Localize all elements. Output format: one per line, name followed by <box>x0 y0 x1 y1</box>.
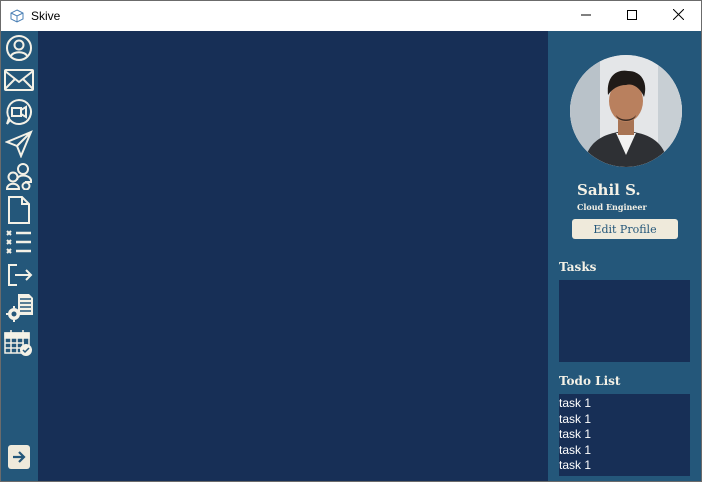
todo-item[interactable]: task 1 <box>559 443 690 459</box>
task-list-icon <box>5 228 33 261</box>
sidebar-item-team[interactable] <box>4 162 34 195</box>
todo-list[interactable]: task 1 task 1 task 1 task 1 task 1 <box>559 394 690 476</box>
minimize-button[interactable] <box>563 1 609 31</box>
tasks-list[interactable] <box>559 280 690 362</box>
todo-heading: Todo List <box>559 374 621 388</box>
title-bar[interactable]: Skive <box>1 1 701 31</box>
todo-item[interactable]: task 1 <box>559 412 690 428</box>
todo-item[interactable]: task 1 <box>559 458 690 474</box>
window-title: Skive <box>31 9 61 23</box>
sidebar <box>1 31 38 481</box>
mail-icon <box>4 68 34 97</box>
tasks-heading: Tasks <box>559 260 597 274</box>
video-chat-icon <box>5 98 33 131</box>
logout-icon <box>5 261 33 294</box>
sidebar-item-logout[interactable] <box>4 262 34 292</box>
app-logo-icon <box>10 9 24 23</box>
sidebar-item-settings-docs[interactable] <box>4 293 34 328</box>
sidebar-item-calendar[interactable] <box>4 329 34 362</box>
document-icon <box>7 195 31 229</box>
profile-avatar <box>570 55 682 167</box>
close-icon <box>672 7 684 25</box>
profile-panel: Sahil S. Cloud Engineer Edit Profile Tas… <box>548 31 701 481</box>
sidebar-item-documents[interactable] <box>4 195 34 229</box>
profile-name: Sahil S. <box>577 181 641 199</box>
todo-item[interactable]: task 1 <box>559 396 690 412</box>
sidebar-item-tasks[interactable] <box>4 229 34 259</box>
maximize-icon <box>627 7 637 25</box>
sidebar-item-mail[interactable] <box>4 67 34 97</box>
team-icon <box>5 162 33 195</box>
collapse-arrow-icon <box>7 444 31 475</box>
todo-item[interactable]: task 1 <box>559 427 690 443</box>
app-window: Skive Sahil S. Cloud Engineer Edit Profi… <box>0 0 702 482</box>
settings-document-icon <box>4 293 34 328</box>
maximize-button[interactable] <box>609 1 655 31</box>
send-icon <box>4 129 33 163</box>
calendar-check-icon <box>4 329 34 362</box>
sidebar-collapse-button[interactable] <box>4 444 34 474</box>
close-button[interactable] <box>655 1 701 31</box>
minimize-icon <box>581 7 591 25</box>
sidebar-item-profile[interactable] <box>4 34 34 67</box>
main-content-area <box>38 31 548 481</box>
profile-role: Cloud Engineer <box>577 202 647 212</box>
sidebar-item-send[interactable] <box>4 129 34 163</box>
edit-profile-button[interactable]: Edit Profile <box>572 219 678 239</box>
sidebar-item-video-chat[interactable] <box>4 98 34 131</box>
profile-icon <box>5 34 33 67</box>
